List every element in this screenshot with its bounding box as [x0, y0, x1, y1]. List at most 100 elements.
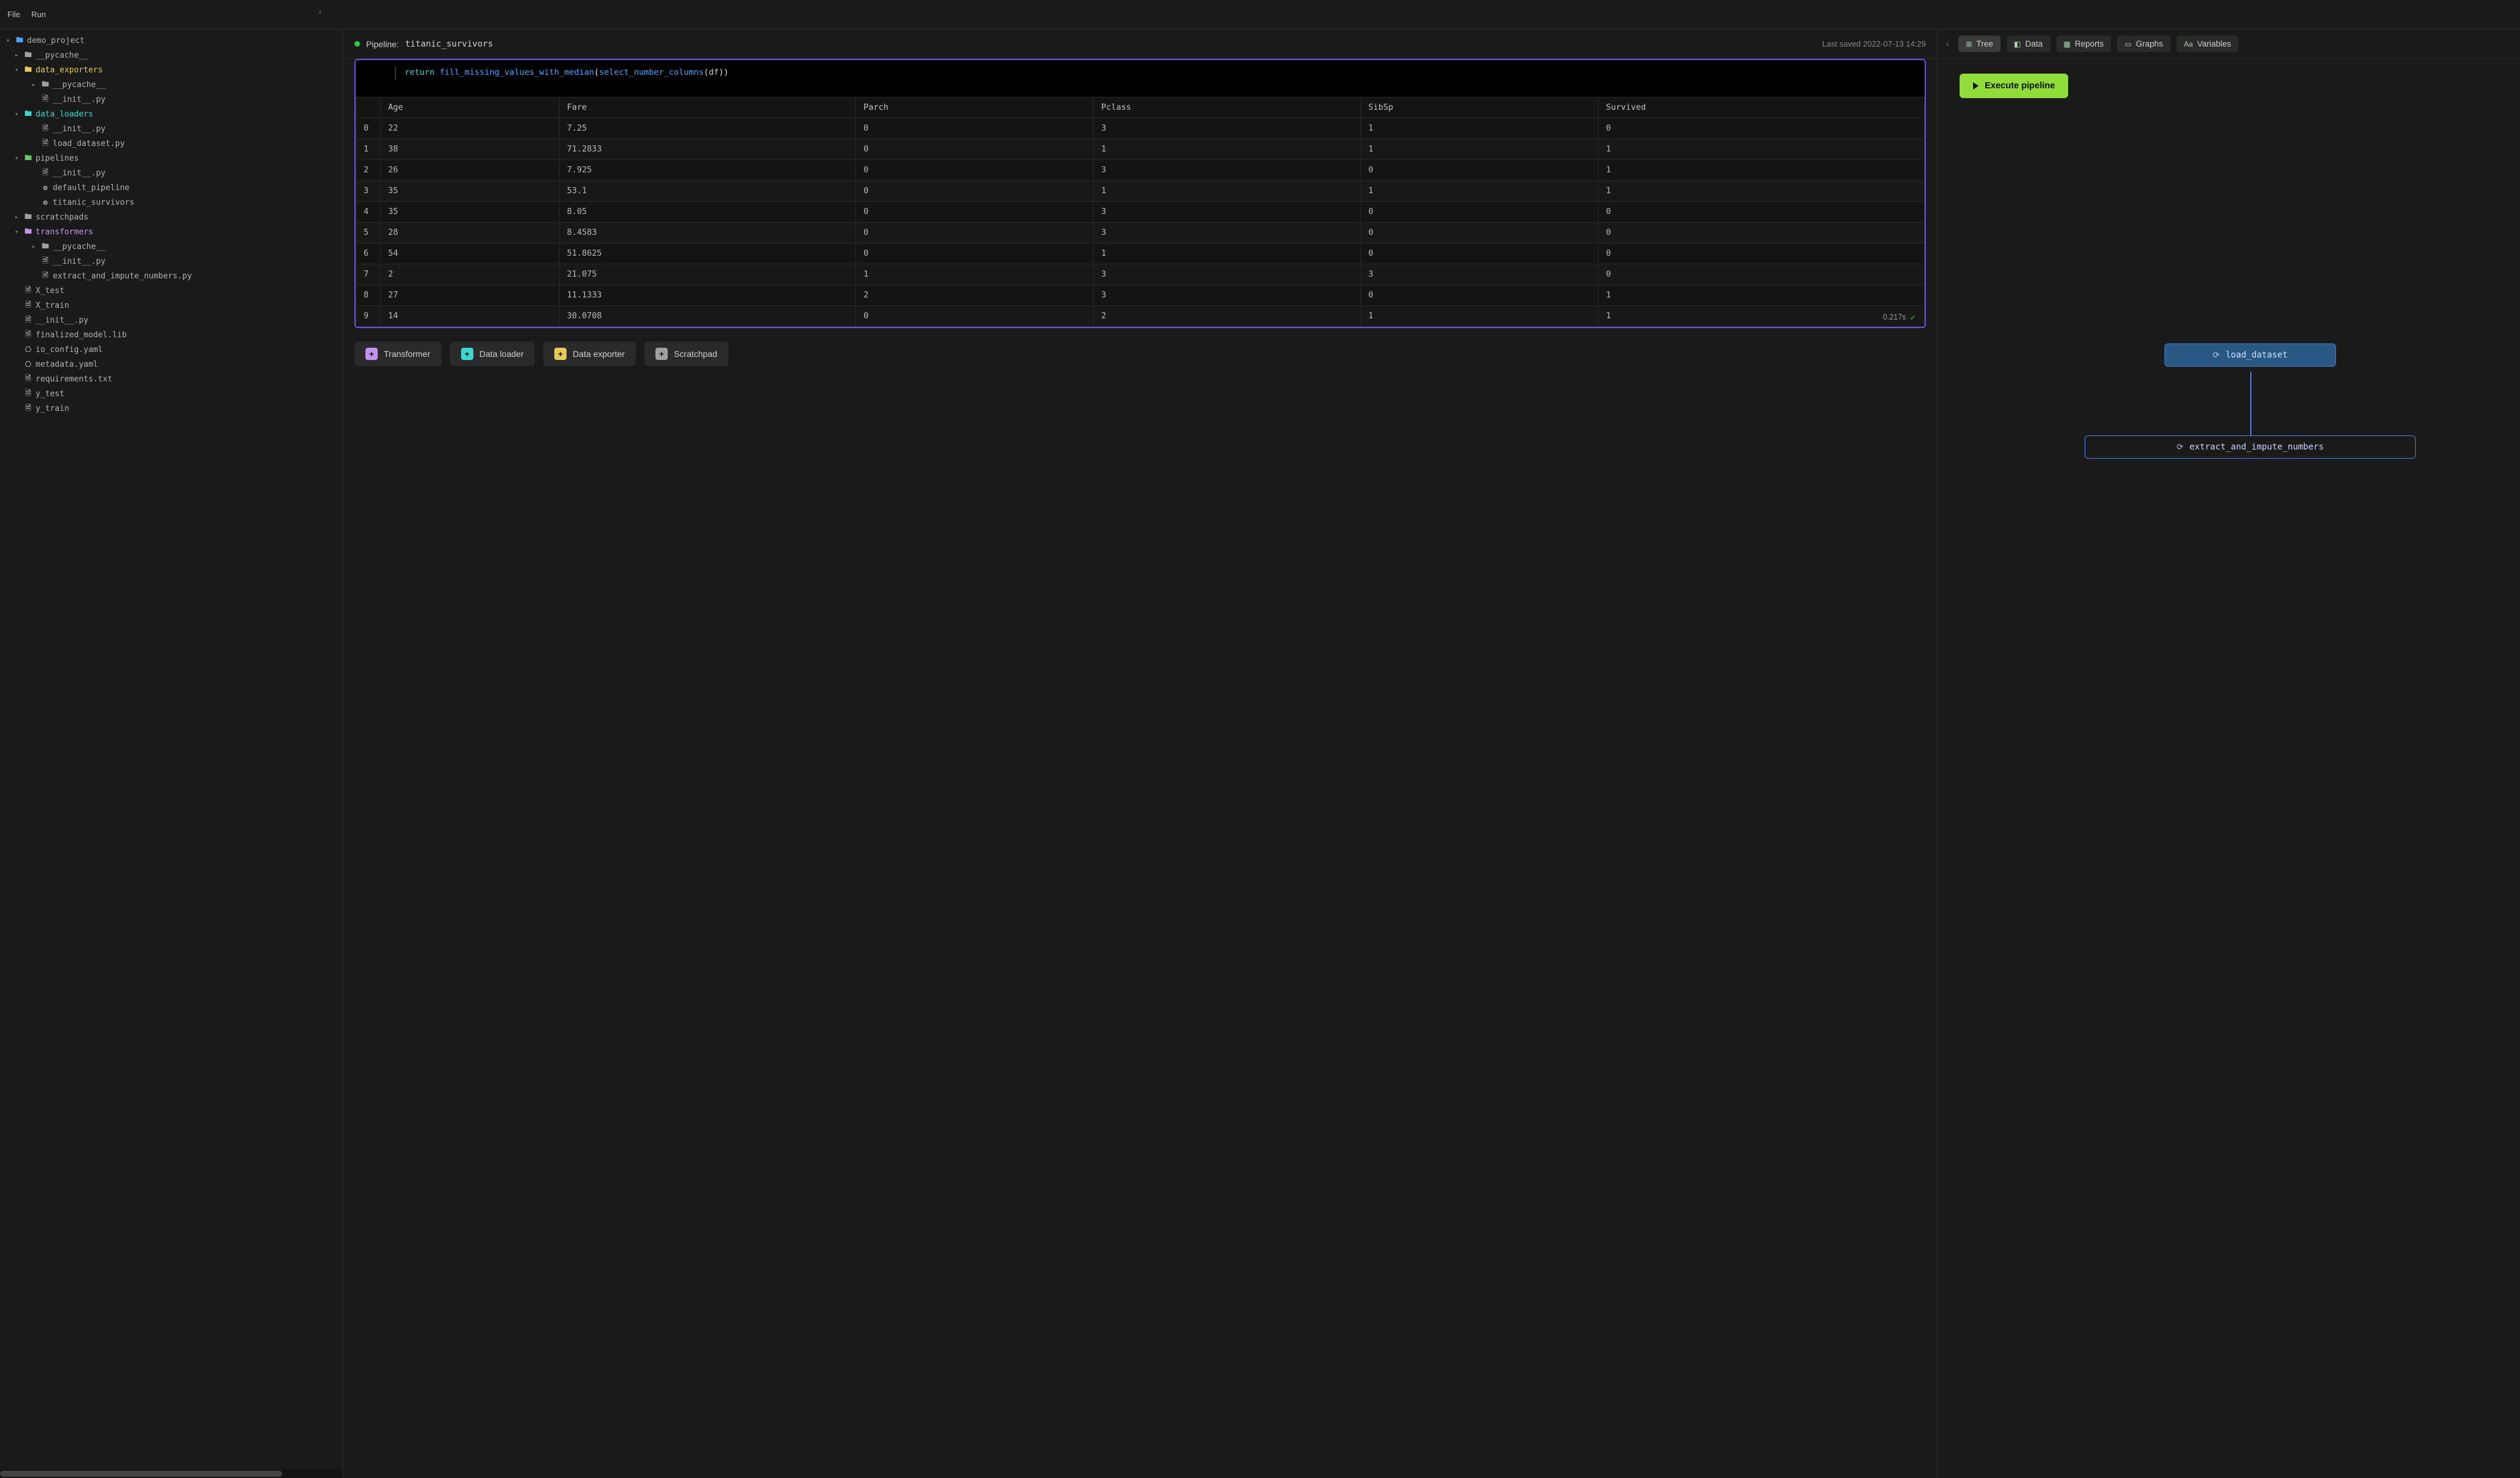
tree-item-label: __pycache__: [36, 51, 88, 60]
table-row: 7221.0751330: [356, 264, 1925, 285]
graph-node-extract-impute[interactable]: ⟳ extract_and_impute_numbers: [2085, 435, 2416, 459]
table-cell: 2: [356, 159, 381, 180]
table-cell: 0: [1598, 118, 1925, 139]
chevron-icon[interactable]: ▾: [12, 67, 21, 74]
menu-run[interactable]: Run: [31, 10, 46, 19]
pipeline-graph[interactable]: ⟳ load_dataset ⟳ extract_and_impute_numb…: [1938, 98, 2520, 1478]
tab-data-label: Data: [2025, 39, 2043, 48]
tree-item-label: X_test: [36, 286, 64, 296]
tree-item-io-config-yaml[interactable]: ⎔io_config.yaml: [0, 342, 343, 357]
tree-item-label: io_config.yaml: [36, 345, 103, 354]
tree-item--pycache-[interactable]: ▸🖿__pycache__: [0, 239, 343, 254]
table-cell: 0: [856, 118, 1094, 139]
tree-item--init-py[interactable]: 🗎__init__.py: [0, 92, 343, 107]
table-row: 33553.10111: [356, 180, 1925, 201]
tree-item-label: extract_and_impute_numbers.py: [53, 272, 192, 281]
table-cell: 1: [1361, 139, 1598, 159]
pipeline-name: titanic_survivors: [405, 39, 493, 49]
chevron-icon[interactable]: ▸: [29, 82, 38, 88]
tree-item--pycache-[interactable]: ▸🖿__pycache__: [0, 48, 343, 63]
tree-item-demo-project[interactable]: ▾🖿demo_project: [0, 33, 343, 48]
tree-item-pipelines[interactable]: ▾🖿pipelines: [0, 151, 343, 166]
table-cell: 3: [1093, 285, 1361, 305]
tree-item--init-py[interactable]: 🗎__init__.py: [0, 254, 343, 269]
table-cell: 2: [1093, 305, 1361, 326]
chevron-icon[interactable]: ▸: [12, 214, 21, 221]
tree-item-extract-and-impute-numbers-py[interactable]: 🗎extract_and_impute_numbers.py: [0, 269, 343, 283]
tab-tree[interactable]: ⊞ Tree: [1958, 36, 2000, 52]
add-transformer-label: Transformer: [384, 349, 430, 359]
menu-file[interactable]: File: [7, 10, 20, 19]
tab-graphs-label: Graphs: [2136, 39, 2163, 48]
tree-item--init-py[interactable]: 🗎__init__.py: [0, 166, 343, 180]
add-scratchpad-label: Scratchpad: [674, 349, 717, 359]
table-cell: 0: [856, 243, 1094, 264]
chevron-icon[interactable]: ▾: [12, 155, 21, 162]
chevron-icon[interactable]: ▾: [12, 229, 21, 235]
tree-item-x-test[interactable]: 🗎X_test: [0, 283, 343, 298]
variables-icon: Aa: [2184, 40, 2193, 48]
tree-item-default-pipeline[interactable]: ⚙default_pipeline: [0, 180, 343, 195]
right-panel-expand-icon[interactable]: ›: [1946, 39, 1949, 48]
file-icon: 🗎: [23, 373, 33, 386]
table-header: Parch: [856, 97, 1094, 118]
sidebar-scrollbar[interactable]: [0, 1469, 343, 1478]
folder-icon: 🖿: [23, 152, 33, 165]
tree-item-label: y_train: [36, 404, 69, 413]
tab-data[interactable]: ◧ Data: [2007, 36, 2050, 52]
tree-item--init-py[interactable]: 🗎__init__.py: [0, 313, 343, 327]
tree-item-titanic-survivors[interactable]: ⚙titanic_survivors: [0, 195, 343, 210]
chevron-icon[interactable]: ▸: [12, 52, 21, 59]
graph-node-label: extract_and_impute_numbers: [2190, 442, 2324, 452]
table-cell: 9: [356, 305, 381, 326]
table-cell: 0: [1361, 243, 1598, 264]
add-data-exporter-button[interactable]: + Data exporter: [543, 342, 636, 366]
file-icon: 🗎: [23, 314, 33, 327]
table-cell: 0: [356, 118, 381, 139]
tree-item-x-train[interactable]: 🗎X_train: [0, 298, 343, 313]
tree-item-transformers[interactable]: ▾🖿transformers: [0, 224, 343, 239]
table-cell: 0: [1598, 201, 1925, 222]
folder-icon: 🖿: [40, 78, 50, 91]
table-cell: 1: [1361, 180, 1598, 201]
table-header: Pclass: [1093, 97, 1361, 118]
tree-item-finalized-model-lib[interactable]: 🗎finalized_model.lib: [0, 327, 343, 342]
table-cell: 3: [1093, 264, 1361, 285]
table-cell: 0: [1361, 159, 1598, 180]
add-transformer-button[interactable]: + Transformer: [354, 342, 441, 366]
tab-reports[interactable]: ▦ Reports: [2056, 36, 2112, 52]
table-cell: 1: [1093, 180, 1361, 201]
tree-item-data-exporters[interactable]: ▾🖿data_exporters: [0, 63, 343, 77]
add-scratchpad-button[interactable]: + Scratchpad: [644, 342, 728, 366]
tree-item-data-loaders[interactable]: ▾🖿data_loaders: [0, 107, 343, 121]
execute-pipeline-button[interactable]: Execute pipeline: [1960, 74, 2068, 98]
table-cell: 0: [1361, 222, 1598, 243]
table-cell: 11.1333: [559, 285, 856, 305]
table-row: 5288.45830300: [356, 222, 1925, 243]
execute-pipeline-label: Execute pipeline: [1985, 81, 2055, 91]
tree-item-metadata-yaml[interactable]: ⎔metadata.yaml: [0, 357, 343, 372]
folder-icon: 🖿: [23, 49, 33, 62]
tree-item-y-train[interactable]: 🗎y_train: [0, 401, 343, 416]
table-row: 0227.250310: [356, 118, 1925, 139]
chevron-icon[interactable]: ▾: [12, 111, 21, 118]
add-data-loader-button[interactable]: + Data loader: [450, 342, 535, 366]
graph-node-load-dataset[interactable]: ⟳ load_dataset: [2164, 343, 2336, 367]
loader-node-icon: ⟳: [2213, 351, 2220, 360]
tab-graphs[interactable]: ▭ Graphs: [2117, 36, 2171, 52]
tree-item-scratchpads[interactable]: ▸🖿scratchpads: [0, 210, 343, 224]
code-cell[interactable]: return fill_missing_values_with_median(s…: [354, 59, 1926, 328]
file-icon: 🗎: [40, 167, 50, 180]
tree-item--pycache-[interactable]: ▸🖿__pycache__: [0, 77, 343, 92]
tree-item-y-test[interactable]: 🗎y_test: [0, 386, 343, 401]
tree-item--init-py[interactable]: 🗎__init__.py: [0, 121, 343, 136]
tree-item-load-dataset-py[interactable]: 🗎load_dataset.py: [0, 136, 343, 151]
table-cell: 0: [856, 222, 1094, 243]
tab-variables[interactable]: Aa Variables: [2177, 36, 2239, 52]
table-cell: 4: [356, 201, 381, 222]
chevron-icon[interactable]: ▾: [4, 37, 12, 44]
tree-item-requirements-txt[interactable]: 🗎requirements.txt: [0, 372, 343, 386]
table-cell: 7.925: [559, 159, 856, 180]
sidebar-collapse-icon[interactable]: ‹: [319, 7, 321, 17]
chevron-icon[interactable]: ▸: [29, 243, 38, 250]
